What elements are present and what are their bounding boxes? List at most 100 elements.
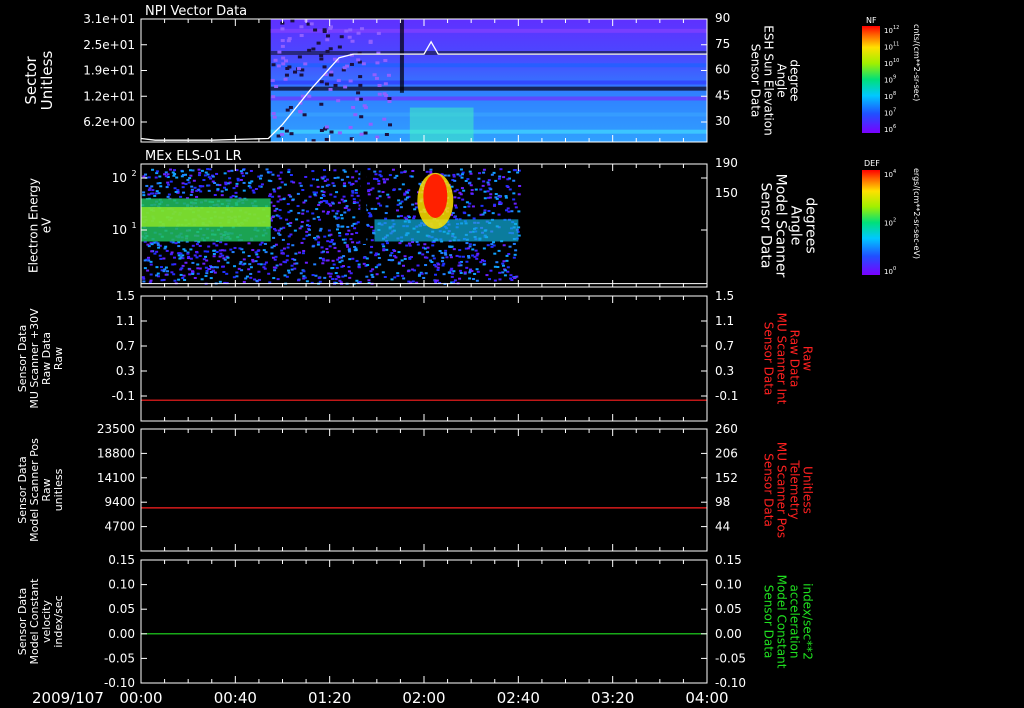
panel-2-pixel: [334, 272, 338, 275]
panel-1-speckle: [324, 137, 329, 141]
panel-1-speckle: [281, 56, 286, 60]
panel-2-pixel: [326, 259, 330, 262]
panel-1-speckle: [319, 57, 324, 61]
panel-2-pixel: [472, 217, 476, 220]
colorbar-tick-label: 10: [884, 44, 893, 52]
panel-2-pixel: [499, 168, 503, 171]
panel-2-pixel: [464, 179, 468, 182]
panel-2-pixel: [278, 177, 282, 180]
right-label-line: Unitless: [801, 466, 815, 514]
colorbar-tick-exp: 11: [893, 42, 899, 48]
panel-2-pixel: [269, 171, 273, 174]
panel-1-speckle: [284, 129, 289, 133]
panel-2-pixel: [336, 223, 340, 226]
panel-2-pixel: [340, 259, 344, 262]
panel-1-speckle: [287, 37, 292, 41]
panel-2-pixel: [300, 225, 304, 228]
panel-2-pixel: [245, 172, 249, 175]
panel-2-pixel: [232, 276, 236, 279]
panel-2-pixel: [150, 185, 154, 188]
panel-2-pixel: [220, 249, 224, 252]
panel-2-pixel: [374, 252, 378, 255]
panel-2-pixel: [154, 176, 158, 179]
panel-1-speckle: [299, 34, 304, 38]
panel-2-pixel: [327, 183, 331, 186]
panel-2-pixel: [483, 197, 487, 200]
panel-2-pixel: [213, 182, 217, 185]
panel-2-pixel: [449, 256, 453, 259]
panel-2-pixel: [270, 252, 274, 255]
date-label: 2009/107: [32, 689, 104, 707]
panel-2-pixel: [220, 190, 224, 193]
right-label-line: Sensor Data: [758, 183, 774, 269]
panel-1-speckle: [324, 82, 329, 86]
panel-1-speckle: [297, 55, 302, 59]
panel-1-speckle: [284, 73, 289, 77]
panel-1-speckle: [359, 115, 364, 119]
panel-2-pixel: [276, 174, 280, 177]
panel-2-pixel: [158, 175, 162, 178]
panel-2-pixel: [189, 193, 193, 196]
panel-2-pixel: [240, 172, 244, 175]
panel-2-pixel: [375, 197, 379, 200]
panel-2-pixel: [273, 190, 277, 193]
panel-2-pixel: [371, 268, 375, 271]
panel-2-pixel: [291, 244, 295, 247]
panel-2-pixel: [212, 255, 216, 258]
panel-2-pixel: [505, 185, 509, 188]
panel-1-left-label: SectorUnitless: [22, 51, 56, 111]
panel-2-pixel: [147, 193, 151, 196]
panel-2-pixel: [195, 195, 199, 198]
panel-2-pixel: [215, 183, 219, 186]
panel-2-pixel: [423, 243, 427, 246]
panel-2-pixel: [487, 183, 491, 186]
panel-2-pixel: [489, 188, 493, 191]
panel-2-pixel: [458, 249, 462, 252]
panel-2-pixel: [256, 249, 260, 252]
panel-2-pixel: [405, 191, 409, 194]
panel-2-pixel: [362, 256, 366, 259]
panel-2-pixel: [225, 272, 229, 275]
panel-2-pixel: [504, 196, 508, 199]
panel-2-pixel: [191, 244, 195, 247]
panel-2-pixel: [192, 179, 196, 182]
panel-2-pixel: [311, 274, 315, 277]
panel-2-pixel: [475, 254, 479, 257]
panel-3-frame: [140, 295, 708, 422]
panel-2-pixel: [294, 252, 298, 255]
left-tick-label: 2.5e+01: [83, 38, 135, 52]
panel-2-pixel: [518, 184, 522, 187]
panel-2-pixel: [323, 175, 327, 178]
panel-2-pixel: [181, 264, 185, 267]
panel-2-pixel: [318, 280, 322, 283]
panel-2-pixel: [142, 175, 146, 178]
right-tick-label: 45: [715, 88, 730, 102]
panel-2-pixel: [463, 212, 467, 215]
panel-2-pixel: [190, 185, 194, 188]
panel-2-pixel: [355, 231, 359, 234]
panel-2-pixel: [257, 270, 261, 273]
plot-stage: NPI Vector Data3.1e+01 902.5e+01 751.9e+01…: [16, 4, 921, 707]
panel-2-pixel: [347, 265, 351, 268]
panel-1-speckle: [271, 63, 276, 67]
panel-2-pixel: [516, 171, 520, 174]
panel-2-pixel: [512, 169, 516, 172]
panel-2-pixel: [460, 187, 464, 190]
panel-2-pixel: [288, 224, 292, 227]
panel-2-pixel: [260, 183, 264, 186]
panel-2-pixel: [169, 253, 173, 256]
panel-2-pixel: [506, 207, 510, 210]
panel-2-pixel: [318, 229, 322, 232]
panel-2-pixel: [480, 204, 484, 207]
right-tick-label: -0.1: [715, 389, 738, 403]
panel-2-pixel: [437, 263, 441, 266]
panel-2-pixel: [481, 213, 485, 216]
panel-2-pixel: [412, 215, 416, 218]
panel-2-pixel: [232, 187, 236, 190]
panel-2-pixel: [204, 255, 208, 258]
panel-2-pixel: [281, 252, 285, 255]
panel-2-pixel: [332, 243, 336, 246]
panel-1-speckle: [287, 65, 292, 69]
panel-4-left-label: Sensor Data Model Scanner Pos Raw unitless: [16, 438, 65, 542]
panel-1-speckle: [297, 66, 302, 70]
